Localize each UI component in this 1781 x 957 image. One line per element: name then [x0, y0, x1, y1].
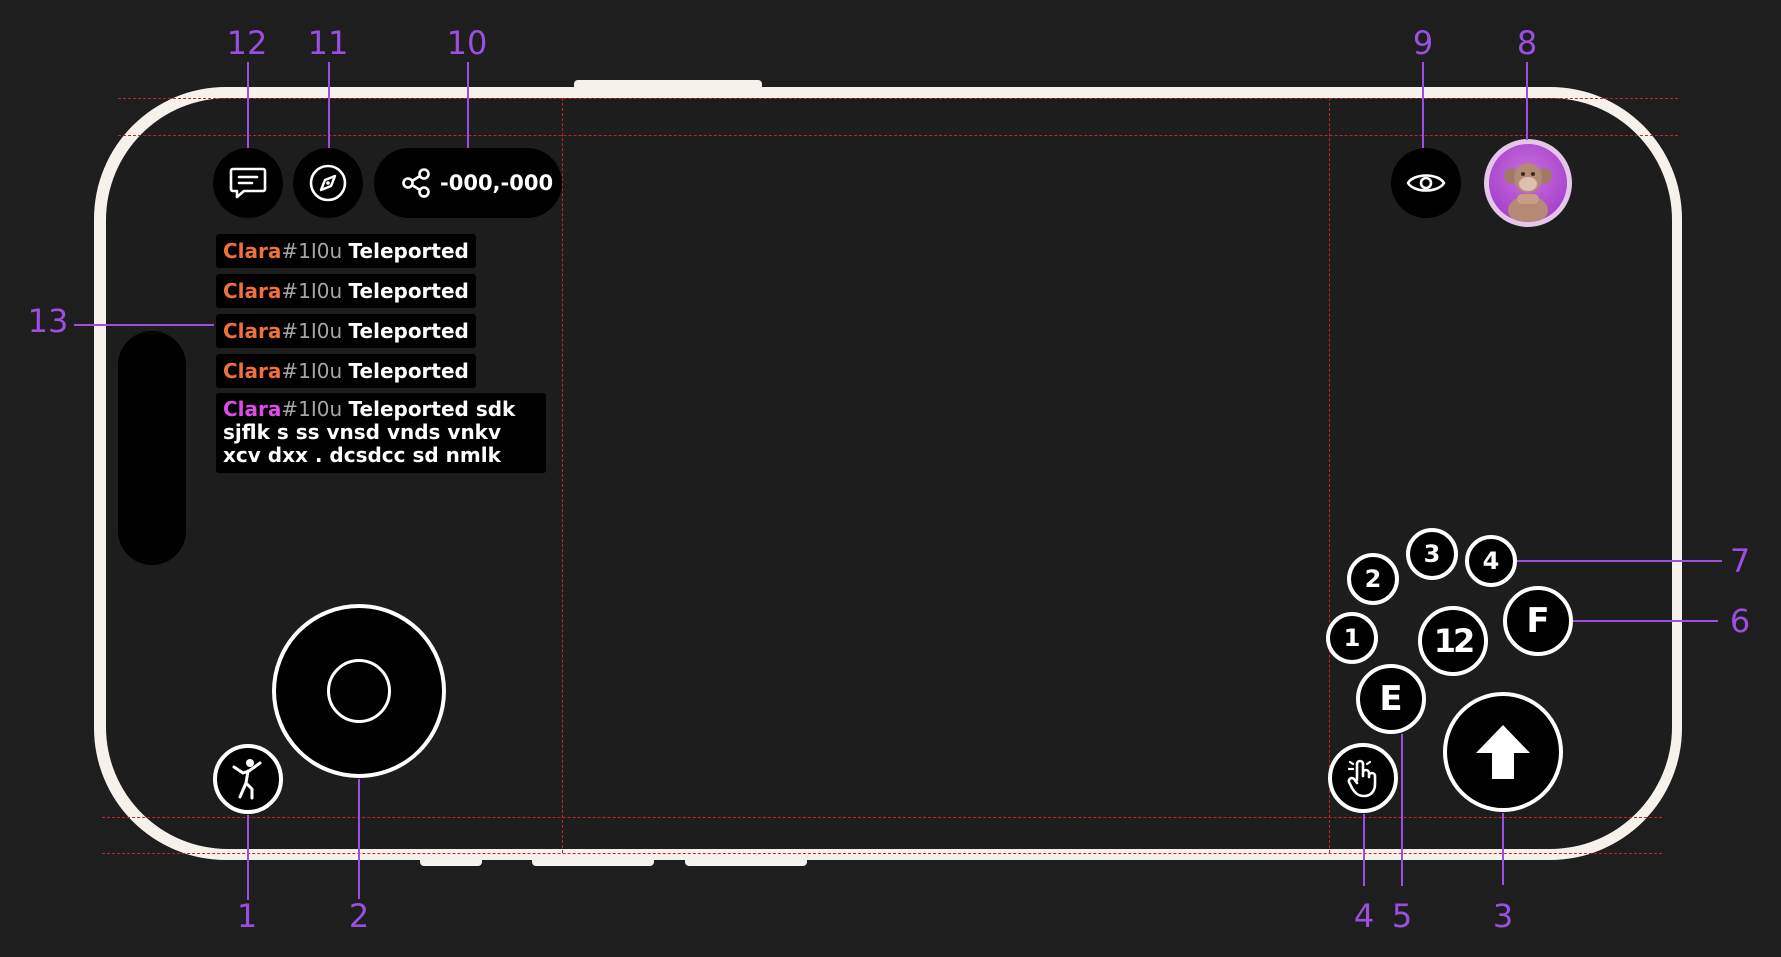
chat-sender-id: #1I0u: [281, 359, 343, 383]
callout-number: 1: [236, 897, 258, 935]
action-slot-1[interactable]: 1: [1326, 612, 1378, 664]
action-slot-combo[interactable]: 12: [1418, 606, 1488, 676]
callout-leader-line: [1401, 734, 1403, 886]
avatar: [1489, 144, 1567, 222]
chat-sender-name: Clara: [223, 279, 282, 303]
callout-leader-line: [1573, 620, 1718, 622]
guide-right-column: [1329, 98, 1330, 853]
guide-left-column: [562, 98, 563, 853]
chat-bubble-icon: [229, 167, 267, 199]
action-slot-4-label: 4: [1482, 547, 1500, 575]
dynamic-island: [118, 331, 186, 565]
share-icon: [402, 168, 430, 198]
callout-number: 3: [1492, 897, 1514, 935]
chat-sender-id: #1I0u: [281, 239, 343, 263]
chat-message: Clara#1I0u Teleported sdk sjflk s ss vns…: [216, 393, 546, 473]
chat-sender-id: #1I0u: [281, 319, 343, 343]
chat-message: Clara#1I0u Teleported: [216, 314, 476, 348]
chat-sender-id: #1I0u: [281, 397, 343, 421]
chat-message-text: Teleported: [348, 239, 469, 263]
dance-icon: [232, 759, 262, 800]
f-key-label: F: [1526, 601, 1550, 641]
action-slot-3[interactable]: 3: [1406, 528, 1458, 580]
avatar-button[interactable]: [1484, 139, 1572, 227]
compass-icon: [309, 164, 347, 202]
chat-sender-name: Clara: [223, 359, 282, 383]
action-slot-1-label: 1: [1343, 624, 1361, 652]
callout-leader-line: [1363, 814, 1365, 886]
callout-leader-line: [247, 815, 249, 900]
jump-button[interactable]: [1443, 692, 1563, 812]
action-slot-2-label: 2: [1364, 565, 1382, 593]
chat-message: Clara#1I0u Teleported: [216, 234, 476, 268]
guide-safe-bottom-1: [102, 817, 1662, 818]
joystick-thumb[interactable]: [327, 659, 391, 723]
callout-number: 6: [1729, 602, 1751, 640]
callout-leader-line: [1526, 62, 1528, 140]
guide-safe-top-2: [118, 135, 1678, 136]
callout-leader-line: [358, 779, 360, 899]
e-key-button[interactable]: E: [1356, 664, 1426, 734]
callout-leader-line: [1422, 62, 1424, 148]
callout-number: 13: [27, 302, 69, 340]
map-button[interactable]: [293, 148, 363, 218]
callout-leader-line: [1502, 813, 1504, 885]
chat-message: Clara#1I0u Teleported: [216, 274, 476, 308]
callout-number: 4: [1353, 897, 1375, 935]
chat-message-text: Teleported: [348, 279, 469, 303]
callout-leader-line: [74, 324, 214, 326]
chat-sender-id: #1I0u: [281, 279, 343, 303]
coordinates-text: -000,-000: [440, 171, 554, 195]
action-slot-2[interactable]: 2: [1347, 553, 1399, 605]
callout-number: 12: [226, 24, 268, 62]
pointer-button[interactable]: [1328, 743, 1398, 813]
callout-leader-line: [467, 62, 469, 148]
guide-safe-bottom-2: [102, 853, 1662, 854]
f-key-button[interactable]: F: [1503, 586, 1573, 656]
callout-number: 10: [446, 24, 488, 62]
coordinates-share-button[interactable]: -000,-000: [374, 148, 562, 218]
chat-button[interactable]: [213, 148, 283, 218]
callout-number: 11: [307, 24, 349, 62]
monkey-avatar-icon: [1504, 163, 1552, 222]
callout-number: 2: [348, 897, 370, 935]
action-slot-3-label: 3: [1423, 540, 1441, 568]
movement-joystick[interactable]: [272, 604, 446, 778]
e-key-label: E: [1379, 679, 1403, 719]
hand-pointer-icon: [1347, 759, 1377, 798]
arrow-up-icon: [1476, 725, 1530, 779]
callout-number: 7: [1729, 542, 1751, 580]
callout-leader-line: [328, 62, 330, 148]
chat-sender-name: Clara: [223, 397, 282, 421]
callout-number: 8: [1516, 24, 1538, 62]
callout-number: 9: [1412, 24, 1434, 62]
chat-sender-name: Clara: [223, 239, 282, 263]
callout-number: 5: [1391, 897, 1413, 935]
eye-icon: [1406, 174, 1446, 192]
callout-leader-line: [247, 62, 249, 148]
guide-safe-top-1: [118, 98, 1678, 99]
view-toggle-button[interactable]: [1391, 148, 1461, 218]
chat-message-text: Teleported: [348, 359, 469, 383]
callout-leader-line: [1517, 560, 1722, 562]
action-slot-combo-label: 12: [1433, 622, 1475, 660]
chat-sender-name: Clara: [223, 319, 282, 343]
action-slot-4[interactable]: 4: [1465, 535, 1517, 587]
chat-message: Clara#1I0u Teleported: [216, 354, 476, 388]
chat-message-text: Teleported: [348, 319, 469, 343]
emote-button[interactable]: [213, 744, 283, 814]
